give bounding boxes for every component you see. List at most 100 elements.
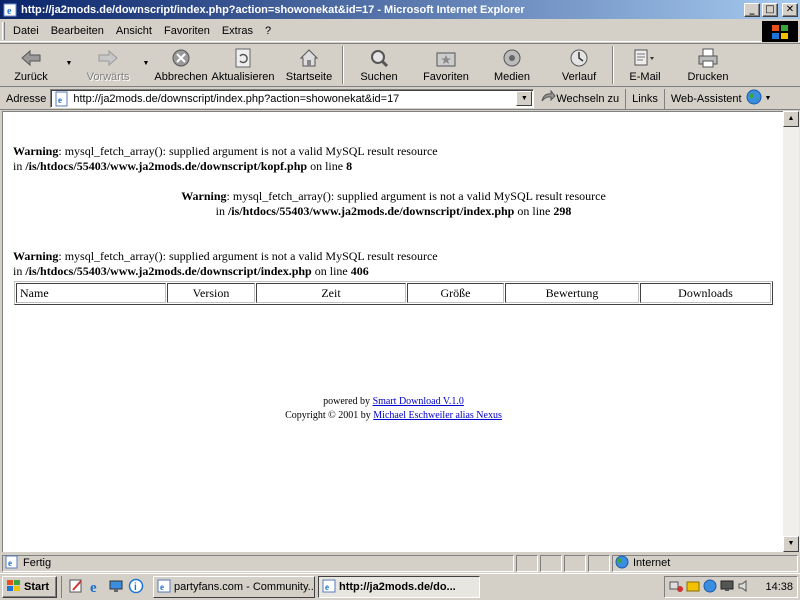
- smart-download-link[interactable]: Smart Download V.1.0: [373, 396, 464, 407]
- status-panel: [516, 554, 538, 572]
- downloads-table: Name Version Zeit Größe Bewertung Downlo…: [14, 281, 773, 305]
- table-header-row: Name Version Zeit Größe Bewertung Downlo…: [16, 283, 771, 303]
- tray-globe-icon[interactable]: [703, 579, 717, 596]
- menu-bearbeiten[interactable]: Bearbeiten: [46, 25, 111, 37]
- mail-icon: [633, 47, 657, 69]
- system-tray: 14:38: [664, 576, 798, 598]
- forward-button[interactable]: Vorwärts: [76, 44, 140, 86]
- stop-button[interactable]: Abbrechen: [152, 44, 210, 86]
- refresh-icon: [234, 47, 252, 69]
- address-input[interactable]: e http://ja2mods.de/downscript/index.php…: [50, 89, 535, 108]
- address-label: Adresse: [6, 92, 47, 105]
- forward-dropdown[interactable]: ▼: [140, 44, 152, 86]
- address-url[interactable]: http://ja2mods.de/downscript/index.php?a…: [73, 93, 516, 105]
- menu-favoriten[interactable]: Favoriten: [159, 25, 217, 37]
- svg-text:e: e: [8, 558, 12, 568]
- window-icon: e: [157, 579, 171, 596]
- page-content: Warning: mysql_fetch_array(): supplied a…: [2, 111, 783, 552]
- history-icon: [569, 47, 589, 69]
- footer-powered-by: powered by Smart Download V.1.0: [323, 396, 464, 407]
- back-dropdown[interactable]: ▼: [62, 44, 76, 86]
- favorites-button[interactable]: Favoriten: [414, 44, 478, 86]
- internet-globe-icon: [615, 555, 629, 572]
- scroll-up-button[interactable]: ▲: [783, 111, 799, 127]
- page-icon: e: [54, 91, 70, 107]
- globe-icon: [746, 89, 764, 108]
- ie-icon[interactable]: e: [88, 578, 104, 597]
- printer-icon: [697, 47, 719, 69]
- menu-extras[interactable]: Extras: [217, 25, 260, 37]
- page-done-icon: e: [5, 555, 19, 572]
- windows-logo-icon: [762, 21, 798, 42]
- menu-ansicht[interactable]: Ansicht: [111, 25, 159, 37]
- svg-text:e: e: [7, 6, 12, 17]
- column-name: Name: [16, 283, 166, 303]
- standard-toolbar: Zurück ▼ Vorwärts ▼ Abbrechen Aktualisie…: [0, 43, 800, 87]
- column-bewertung: Bewertung: [505, 283, 639, 303]
- status-text-panel: e Fertig: [2, 554, 514, 572]
- svg-text:i: i: [134, 582, 137, 593]
- go-label: Wechseln zu: [556, 92, 620, 105]
- tray-monitor-icon[interactable]: [720, 579, 734, 596]
- history-button[interactable]: Verlauf: [546, 44, 612, 86]
- chevron-down-icon: ▼: [520, 95, 528, 102]
- vertical-scrollbar[interactable]: ▲ ▼: [783, 111, 800, 552]
- taskbar-button-ja2mods[interactable]: e http://ja2mods.de/do...: [318, 576, 480, 598]
- windows-flag-icon: [6, 579, 22, 596]
- status-panel: [588, 554, 610, 572]
- ie-icon: e: [2, 2, 18, 18]
- home-button[interactable]: Startseite: [276, 44, 342, 86]
- menu-help[interactable]: ?: [260, 25, 278, 37]
- quick-launch: e i: [61, 576, 150, 598]
- desktop-icon[interactable]: [108, 578, 124, 597]
- status-panel: [540, 554, 562, 572]
- edit-icon[interactable]: [68, 578, 84, 597]
- web-assistant-button[interactable]: Web-Assistent ▼: [665, 89, 771, 109]
- maximize-button[interactable]: □: [762, 2, 778, 17]
- warning-message: Warning: mysql_fetch_array(): supplied a…: [181, 189, 606, 218]
- warning-message: Warning: mysql_fetch_array(): supplied a…: [13, 249, 438, 278]
- status-panel: [564, 554, 586, 572]
- svg-text:e: e: [325, 582, 329, 592]
- taskbar-button-partyfans[interactable]: e partyfans.com - Community...: [153, 576, 315, 598]
- mail-button[interactable]: E-Mail: [614, 44, 676, 86]
- column-downloads: Downloads: [640, 283, 771, 303]
- minimize-button[interactable]: _: [744, 2, 760, 17]
- window-icon: e: [322, 579, 336, 596]
- media-icon: [502, 47, 522, 69]
- clock[interactable]: 14:38: [765, 581, 793, 593]
- go-button[interactable]: Wechseln zu: [540, 88, 627, 109]
- menu-datei[interactable]: Datei: [8, 25, 46, 37]
- menu-grip[interactable]: [2, 21, 5, 40]
- scroll-down-button[interactable]: ▼: [783, 536, 799, 552]
- svg-text:e: e: [160, 582, 164, 592]
- tray-volume-icon[interactable]: [737, 579, 751, 596]
- scroll-track[interactable]: [783, 127, 799, 536]
- column-zeit: Zeit: [256, 283, 406, 303]
- back-button[interactable]: Zurück: [0, 44, 62, 86]
- favorites-folder-icon: [435, 47, 457, 69]
- close-button[interactable]: ✕: [782, 2, 798, 17]
- media-button[interactable]: Medien: [478, 44, 546, 86]
- start-button[interactable]: Start: [2, 576, 57, 598]
- tray-network-icon[interactable]: [669, 579, 683, 596]
- tray-folder-icon[interactable]: [686, 579, 700, 596]
- author-link[interactable]: Michael Eschweiler alias Nexus: [373, 410, 502, 421]
- security-zone-panel: Internet: [612, 554, 798, 572]
- status-bar: e Fertig Internet: [0, 553, 800, 573]
- address-dropdown[interactable]: ▼: [516, 91, 533, 106]
- footer-copyright: Copyright © 2001 by Michael Eschweiler a…: [285, 410, 502, 421]
- chevron-down-icon: ▼: [142, 60, 150, 67]
- refresh-button[interactable]: Aktualisieren: [210, 44, 276, 86]
- print-button[interactable]: Drucken: [676, 44, 740, 86]
- search-button[interactable]: Suchen: [344, 44, 414, 86]
- web-assistant-label: Web-Assistent: [670, 92, 742, 105]
- svg-text:e: e: [58, 95, 62, 105]
- links-button[interactable]: Links: [626, 88, 665, 109]
- window-title: http://ja2mods.de/downscript/index.php?a…: [21, 3, 525, 16]
- column-version: Version: [167, 283, 255, 303]
- column-groesse: Größe: [407, 283, 504, 303]
- back-arrow-icon: [20, 47, 42, 69]
- info-icon[interactable]: i: [128, 578, 144, 597]
- go-arrow-icon: [540, 89, 557, 107]
